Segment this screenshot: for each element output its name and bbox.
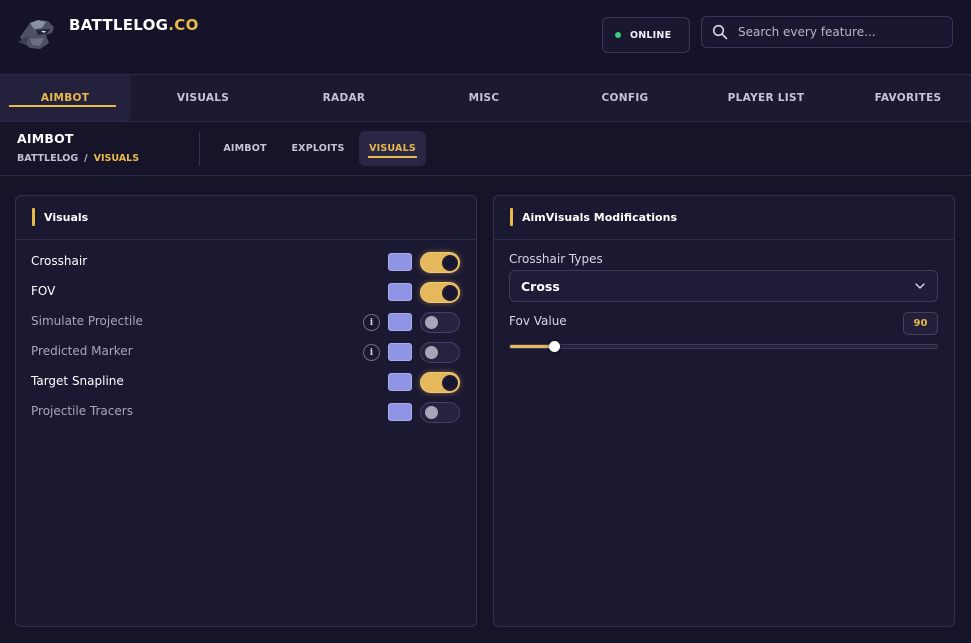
subtab-aimbot[interactable]: AIMBOT (215, 131, 275, 166)
nav-tab-player-list[interactable]: PLAYER LIST (704, 75, 828, 121)
toggle-knob (425, 346, 438, 359)
accent-bar (32, 208, 35, 226)
status-badge: ONLINE (602, 17, 690, 53)
nav-tab-radar[interactable]: RADAR (282, 75, 406, 121)
breadcrumb-root[interactable]: BATTLELOG (17, 153, 78, 164)
divider (199, 132, 200, 166)
toggle-switch[interactable] (420, 342, 460, 363)
toggle-knob (425, 406, 438, 419)
toggle-knob (444, 377, 456, 389)
brand-main: BATTLELOG (69, 16, 169, 34)
status-text: ONLINE (630, 29, 672, 41)
setting-label: Crosshair (31, 254, 88, 268)
brand-name: BATTLELOG.CO (69, 16, 199, 34)
toggle-switch[interactable] (420, 312, 460, 333)
setting-label: Simulate Projectile (31, 314, 143, 328)
color-swatch[interactable] (388, 373, 412, 391)
toggle-switch[interactable] (420, 402, 460, 423)
setting-row-projectile-tracers: Projectile Tracers (16, 401, 476, 423)
page-title: AIMBOT (17, 131, 74, 146)
setting-label: Target Snapline (31, 374, 124, 388)
panel-title: Visuals (44, 211, 89, 224)
fov-slider[interactable] (509, 341, 938, 352)
fov-value-label: Fov Value (509, 314, 567, 328)
subtab-visuals[interactable]: VISUALS (359, 131, 426, 166)
logo-icon (18, 20, 54, 49)
setting-label: Projectile Tracers (31, 404, 133, 418)
toggle-switch[interactable] (420, 372, 460, 393)
main-nav: AIMBOT VISUALS RADAR MISC CONFIG PLAYER … (0, 74, 971, 122)
nav-tab-aimbot[interactable]: AIMBOT (0, 75, 130, 121)
subtab-exploits[interactable]: EXPLOITS (285, 131, 351, 166)
crosshair-types-label: Crosshair Types (509, 252, 603, 266)
color-swatch[interactable] (388, 313, 412, 331)
aimvisuals-modifications-panel: AimVisuals Modifications Crosshair Types… (493, 195, 955, 627)
breadcrumb-current: VISUALS (93, 153, 140, 164)
info-icon[interactable]: i (363, 314, 380, 331)
select-value: Cross (521, 278, 560, 294)
nav-tab-visuals[interactable]: VISUALS (140, 75, 266, 121)
search-icon (712, 24, 728, 40)
info-icon[interactable]: i (363, 344, 380, 361)
chevron-down-icon (915, 283, 925, 289)
color-swatch[interactable] (388, 283, 412, 301)
setting-row-crosshair: Crosshair (16, 251, 476, 273)
setting-label: Predicted Marker (31, 344, 133, 358)
crosshair-type-select[interactable]: Cross (509, 270, 938, 302)
nav-tab-favorites[interactable]: FAVORITES (846, 75, 970, 121)
panel-header: AimVisuals Modifications (494, 196, 954, 240)
brand-tld: .CO (168, 16, 199, 34)
setting-label: FOV (31, 284, 56, 298)
slider-fill (510, 345, 554, 348)
setting-row-fov: FOV (16, 281, 476, 303)
accent-bar (510, 208, 513, 226)
panel-header: Visuals (16, 196, 476, 240)
toggle-knob (444, 257, 456, 269)
toggle-knob (425, 316, 438, 329)
fov-value-badge[interactable]: 90 (903, 312, 938, 335)
color-swatch[interactable] (388, 343, 412, 361)
setting-row-target-snapline: Target Snapline (16, 371, 476, 393)
app-header: BATTLELOG.CO ONLINE (0, 0, 971, 74)
search-input[interactable] (738, 25, 938, 39)
color-swatch[interactable] (388, 403, 412, 421)
panel-title: AimVisuals Modifications (522, 211, 677, 224)
setting-row-simulate-projectile: Simulate Projectile i (16, 311, 476, 333)
status-dot-icon (615, 32, 621, 38)
breadcrumb-separator: / (84, 153, 88, 164)
search-box[interactable] (701, 16, 953, 48)
toggle-knob (444, 287, 456, 299)
nav-tab-config[interactable]: CONFIG (563, 75, 687, 121)
toggle-switch[interactable] (420, 252, 460, 273)
visuals-panel: Visuals Crosshair FOV Simulate Projectil… (15, 195, 477, 627)
color-swatch[interactable] (388, 253, 412, 271)
toggle-switch[interactable] (420, 282, 460, 303)
breadcrumb: BATTLELOG / VISUALS (17, 153, 139, 164)
setting-row-predicted-marker: Predicted Marker i (16, 341, 476, 363)
section-header: AIMBOT BATTLELOG / VISUALS AIMBOT EXPLOI… (0, 122, 971, 176)
nav-tab-misc[interactable]: MISC (422, 75, 546, 121)
slider-handle[interactable] (549, 341, 560, 352)
